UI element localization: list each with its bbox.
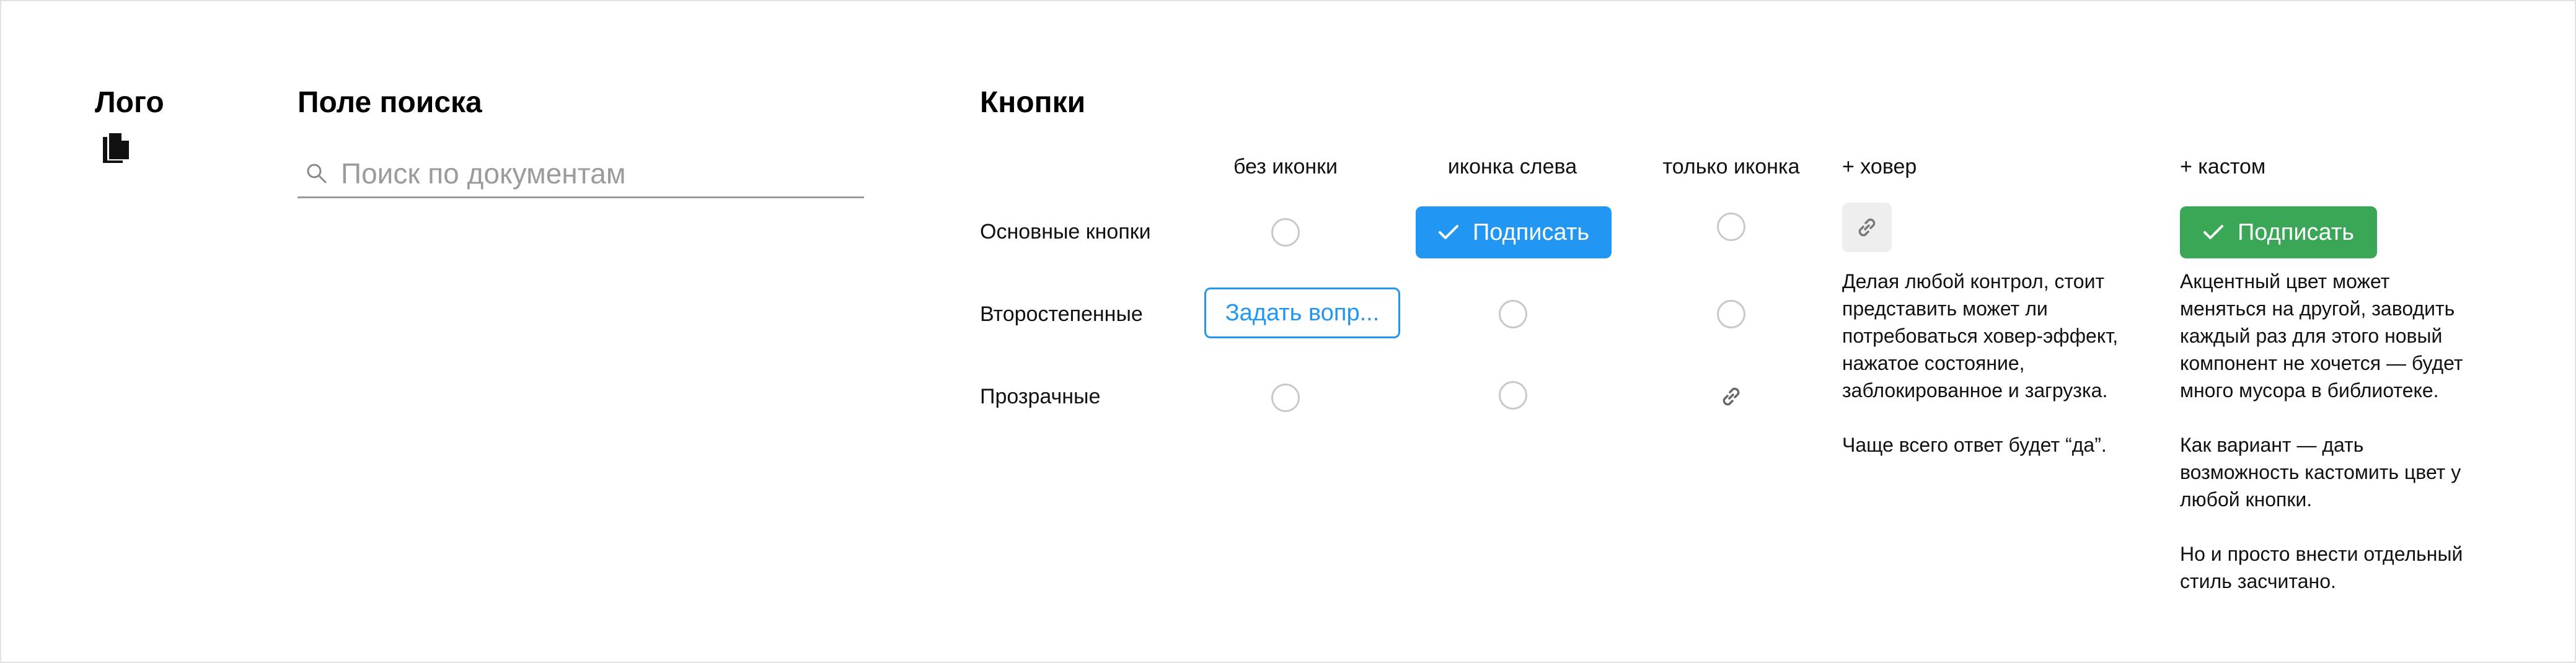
link-icon: [1855, 215, 1879, 240]
transparent-icon-left-placeholder: [1499, 381, 1527, 410]
secondary-icon-left-placeholder: [1499, 300, 1527, 328]
primary-icon-only-placeholder: [1717, 213, 1745, 241]
column-header-icon-only: только иконка: [1662, 155, 1800, 178]
search-field[interactable]: [298, 150, 864, 198]
secondary-no-icon-button[interactable]: Задать вопр...: [1204, 288, 1400, 338]
custom-note: Акцентный цвет может меняться на другой,…: [2180, 270, 2463, 592]
primary-icon-left-button-label: Подписать: [1472, 219, 1590, 245]
document-copy-icon: [102, 132, 131, 164]
custom-color-button[interactable]: Подписать: [2180, 206, 2377, 258]
primary-no-icon-placeholder: [1271, 218, 1300, 247]
search-icon: [306, 163, 327, 184]
search-input[interactable]: [341, 156, 824, 190]
link-icon: [1719, 384, 1744, 409]
row-label-transparent: Прозрачные: [980, 385, 1101, 408]
checkmark-icon: [1438, 224, 1459, 240]
column-header-no-icon: без иконки: [1233, 155, 1338, 178]
checkmark-icon: [2203, 224, 2224, 240]
column-header-hover: + ховер: [1842, 155, 1917, 178]
row-label-secondary: Второстепенные: [980, 302, 1143, 326]
search-section-title: Поле поиска: [298, 86, 482, 119]
transparent-no-icon-placeholder: [1271, 384, 1300, 412]
transparent-icon-only-button[interactable]: [1719, 384, 1744, 409]
hover-note: Делая любой контрол, стоит представить м…: [1842, 270, 2119, 456]
buttons-section-title: Кнопки: [980, 86, 1086, 119]
hover-icon-button[interactable]: [1842, 203, 1892, 252]
secondary-no-icon-button-label: Задать вопр...: [1225, 299, 1380, 326]
custom-color-button-label: Подписать: [2237, 219, 2355, 245]
column-header-icon-left: иконка слева: [1447, 155, 1577, 178]
row-label-primary: Основные кнопки: [980, 220, 1151, 244]
secondary-icon-only-placeholder: [1717, 300, 1745, 328]
logo-section-title: Лого: [95, 86, 164, 119]
primary-icon-left-button[interactable]: Подписать: [1416, 206, 1612, 258]
column-header-custom: + кастом: [2180, 155, 2266, 178]
